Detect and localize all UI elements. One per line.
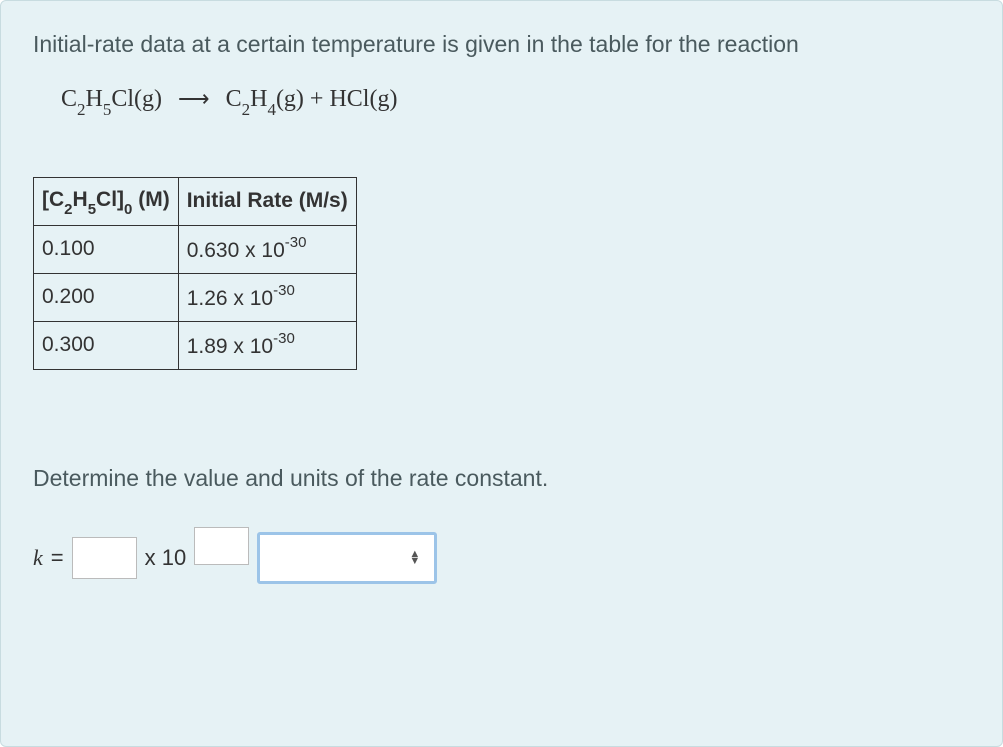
th-text: [C bbox=[42, 188, 64, 211]
intro-text: Initial-rate data at a certain temperatu… bbox=[33, 31, 970, 58]
table-row: 0.200 1.26 x 10-30 bbox=[34, 273, 357, 321]
rate-coef: 0.630 x 10 bbox=[187, 239, 285, 262]
cell-rate: 1.26 x 10-30 bbox=[178, 273, 356, 321]
equals-text: = bbox=[51, 545, 64, 571]
th-text: (M) bbox=[132, 188, 169, 211]
th-sub: 2 bbox=[64, 201, 72, 218]
arrow-icon: ⟶ bbox=[178, 86, 210, 111]
rate-coef: 1.89 x 10 bbox=[187, 335, 273, 358]
th-text: Cl] bbox=[96, 188, 124, 211]
eq-sub: 2 bbox=[242, 100, 251, 119]
cell-rate: 1.89 x 10-30 bbox=[178, 321, 356, 369]
eq-sub: 4 bbox=[267, 100, 276, 119]
eq-text: (g) bbox=[276, 86, 304, 112]
eq-text: Cl(g) bbox=[111, 86, 162, 112]
answer-row: k = x 10 ▲ ▼ bbox=[33, 532, 970, 584]
table-row: 0.300 1.89 x 10-30 bbox=[34, 321, 357, 369]
header-concentration: [C2H5Cl]0 (M) bbox=[34, 177, 179, 225]
eq-sub: 2 bbox=[77, 100, 86, 119]
cell-conc: 0.200 bbox=[34, 273, 179, 321]
cell-rate: 0.630 x 10-30 bbox=[178, 225, 356, 273]
units-select[interactable]: ▲ ▼ bbox=[257, 532, 437, 584]
eq-sub: 5 bbox=[103, 100, 112, 119]
eq-text: C bbox=[226, 86, 242, 112]
eq-text: H bbox=[250, 86, 267, 112]
problem-container: Initial-rate data at a certain temperatu… bbox=[0, 0, 1003, 747]
th-sub: 5 bbox=[88, 201, 96, 218]
reaction-equation: C2H5Cl(g) ⟶ C2H4(g) + HCl(g) bbox=[61, 86, 970, 117]
th-sub: 0 bbox=[124, 201, 132, 218]
exponent-input[interactable] bbox=[194, 527, 249, 565]
eq-text: H bbox=[86, 86, 103, 112]
cell-conc: 0.100 bbox=[34, 225, 179, 273]
header-rate: Initial Rate (M/s) bbox=[178, 177, 356, 225]
rate-coef: 1.26 x 10 bbox=[187, 287, 273, 310]
table-header-row: [C2H5Cl]0 (M) Initial Rate (M/s) bbox=[34, 177, 357, 225]
rate-exp: -30 bbox=[285, 234, 307, 251]
rate-exp: -30 bbox=[273, 282, 295, 299]
coefficient-input[interactable] bbox=[72, 537, 137, 579]
question-text: Determine the value and units of the rat… bbox=[33, 465, 970, 492]
th-text: H bbox=[73, 188, 88, 211]
eq-text: C bbox=[61, 86, 77, 112]
k-label: k bbox=[33, 545, 43, 571]
rate-exp: -30 bbox=[273, 330, 295, 347]
eq-text: HCl(g) bbox=[329, 86, 397, 112]
cell-conc: 0.300 bbox=[34, 321, 179, 369]
table-row: 0.100 0.630 x 10-30 bbox=[34, 225, 357, 273]
rate-data-table: [C2H5Cl]0 (M) Initial Rate (M/s) 0.100 0… bbox=[33, 177, 357, 370]
times-ten-text: x 10 bbox=[145, 545, 187, 571]
chevron-updown-icon: ▲ ▼ bbox=[409, 551, 420, 565]
eq-text: + bbox=[304, 86, 330, 112]
